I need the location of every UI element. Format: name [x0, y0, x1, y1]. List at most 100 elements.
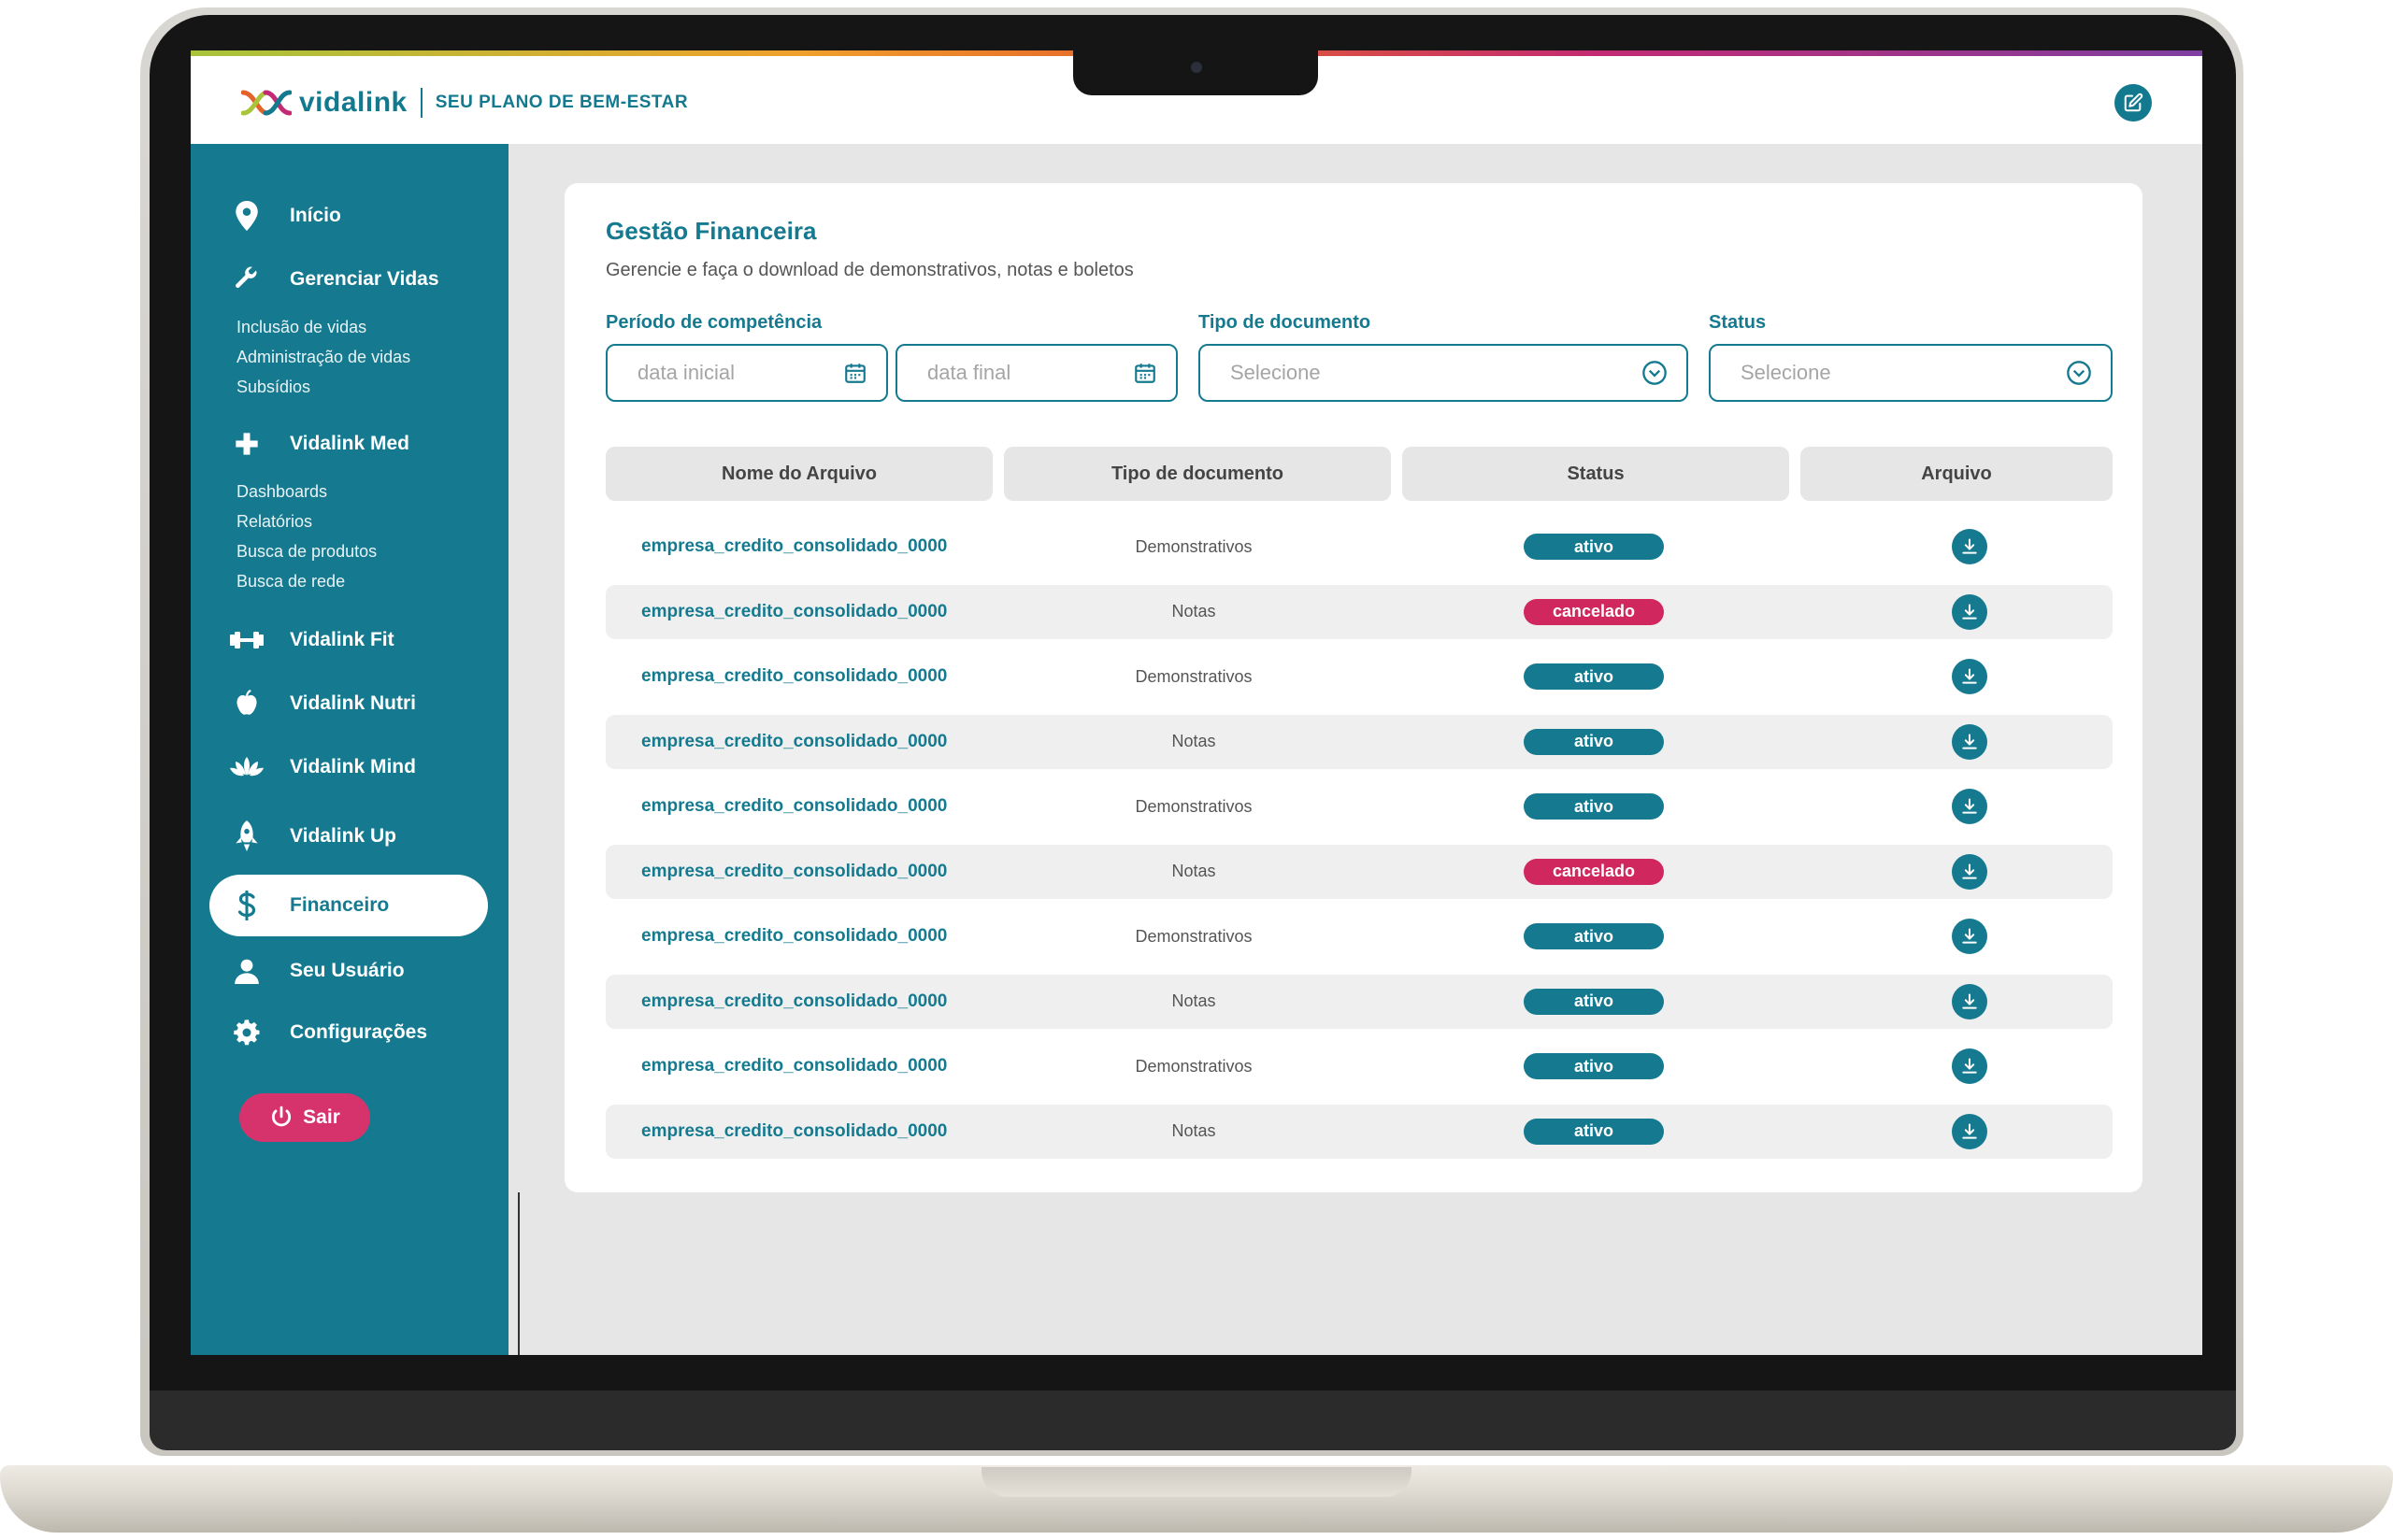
- table-row[interactable]: empresa_credito_consolidado_0000 Demonstr…: [606, 520, 2113, 574]
- status-select[interactable]: Selecione: [1709, 344, 2113, 402]
- apple-icon: [230, 687, 264, 720]
- sidebar-subitem-busca-de-produtos[interactable]: Busca de produtos: [236, 542, 377, 562]
- file-name-link[interactable]: empresa_credito_consolidado_0000: [641, 779, 947, 834]
- power-icon: [272, 1105, 292, 1127]
- download-button[interactable]: [1952, 789, 1987, 824]
- user-icon: [230, 954, 264, 988]
- download-button[interactable]: [1952, 919, 1987, 954]
- status-badge: ativo: [1524, 1053, 1664, 1079]
- doc-type-select[interactable]: Selecione: [1198, 344, 1688, 402]
- sidebar-item-label: Seu Usuário: [290, 960, 405, 981]
- sidebar-item-label: Vidalink Up: [290, 825, 396, 847]
- sidebar-subitem-inclusao-de-vidas[interactable]: Inclusão de vidas: [236, 318, 366, 337]
- download-button[interactable]: [1952, 593, 1987, 630]
- download-icon: [1962, 538, 1977, 554]
- sidebar-subitem-administracao-de-vidas[interactable]: Administração de vidas: [236, 348, 410, 367]
- download-icon: [1962, 928, 1977, 944]
- column-header-tipo-de-documento[interactable]: Tipo de documento: [1004, 447, 1391, 501]
- wrench-icon: [230, 263, 264, 296]
- download-button[interactable]: [1952, 983, 1987, 1020]
- sidebar-item-vidalink-mind[interactable]: Vidalink Mind: [209, 736, 488, 798]
- table-row[interactable]: empresa_credito_consolidado_0000 Demonstr…: [606, 779, 2113, 834]
- main-card: Gestão Financeira Gerencie e faça o down…: [565, 183, 2142, 1192]
- file-name-link[interactable]: empresa_credito_consolidado_0000: [641, 845, 947, 899]
- lotus-icon: [230, 750, 264, 784]
- status-badge: ativo: [1524, 534, 1664, 560]
- sidebar-subitem-dashboards[interactable]: Dashboards: [236, 482, 327, 502]
- column-header-nome-do-arquivo[interactable]: Nome do Arquivo: [606, 447, 993, 501]
- page-subtitle: Gerencie e faça o download de demonstrat…: [606, 260, 1134, 280]
- download-icon: [1962, 863, 1977, 879]
- table-row[interactable]: empresa_credito_consolidado_0000 Demonstr…: [606, 1039, 2113, 1093]
- sidebar-subitem-subsidios[interactable]: Subsídios: [236, 378, 310, 397]
- table-row[interactable]: empresa_credito_consolidado_0000 Notas can…: [606, 584, 2113, 639]
- download-button[interactable]: [1952, 1113, 1987, 1149]
- sidebar-item-label: Gerenciar Vidas: [290, 268, 439, 290]
- brand-logo[interactable]: vidalink SEU PLANO DE BEM-ESTAR: [241, 86, 688, 120]
- sidebar-item-label: Financeiro: [290, 894, 390, 916]
- table-row[interactable]: empresa_credito_consolidado_0000 Notas ati…: [606, 1104, 2113, 1159]
- sidebar-subitem-relatorios[interactable]: Relatórios: [236, 512, 312, 532]
- document-type: Demonstrativos: [1135, 666, 1253, 686]
- camera-icon: [1191, 62, 1202, 73]
- document-type: Notas: [1171, 991, 1216, 1010]
- divider-line: [518, 1192, 520, 1355]
- table-row[interactable]: empresa_credito_consolidado_0000 Notas ati…: [606, 714, 2113, 769]
- sidebar-subitem-busca-de-rede[interactable]: Busca de rede: [236, 572, 345, 592]
- sidebar-item-vidalink-up[interactable]: Vidalink Up: [209, 806, 488, 867]
- screen: vidalink SEU PLANO DE BEM-ESTAR Início G…: [191, 50, 2202, 1355]
- download-button[interactable]: [1952, 659, 1987, 694]
- map-pin-icon: [230, 199, 264, 233]
- sidebar-item-vidalink-nutri[interactable]: Vidalink Nutri: [209, 673, 488, 734]
- start-date-placeholder: data inicial: [638, 361, 735, 384]
- download-icon: [1962, 993, 1977, 1009]
- plus-icon: [230, 427, 264, 461]
- sidebar-item-inicio[interactable]: Início: [209, 185, 488, 247]
- sidebar: Início Gerenciar Vidas Inclusão de vidas…: [191, 144, 509, 1355]
- file-name-link[interactable]: empresa_credito_consolidado_0000: [641, 520, 947, 574]
- table-row[interactable]: empresa_credito_consolidado_0000 Demonstr…: [606, 909, 2113, 963]
- download-icon: [1962, 668, 1977, 684]
- logout-label: Sair: [303, 1106, 340, 1128]
- rocket-icon: [230, 820, 264, 853]
- sidebar-item-financeiro[interactable]: Financeiro: [209, 875, 488, 936]
- file-name-link[interactable]: empresa_credito_consolidado_0000: [641, 1105, 947, 1159]
- sidebar-item-label: Vidalink Nutri: [290, 692, 416, 714]
- status-selected: Selecione: [1741, 361, 1831, 384]
- download-button[interactable]: [1952, 529, 1987, 564]
- brand-tagline: SEU PLANO DE BEM-ESTAR: [435, 93, 689, 112]
- document-type: Demonstrativos: [1135, 796, 1253, 816]
- column-header-status[interactable]: Status: [1402, 447, 1789, 501]
- sidebar-item-label: Vidalink Mind: [290, 756, 416, 777]
- status-badge: ativo: [1524, 988, 1664, 1015]
- file-name-link[interactable]: empresa_credito_consolidado_0000: [641, 649, 947, 704]
- sidebar-item-vidalink-med[interactable]: Vidalink Med: [209, 413, 488, 475]
- download-button[interactable]: [1952, 853, 1987, 890]
- file-name-link[interactable]: empresa_credito_consolidado_0000: [641, 1039, 947, 1093]
- file-name-link[interactable]: empresa_credito_consolidado_0000: [641, 909, 947, 963]
- sidebar-item-configuracoes[interactable]: Configurações: [209, 1002, 488, 1063]
- table-row[interactable]: empresa_credito_consolidado_0000 Notas can…: [606, 844, 2113, 899]
- file-name-link[interactable]: empresa_credito_consolidado_0000: [641, 975, 947, 1029]
- calendar-icon: [845, 364, 866, 383]
- sidebar-item-gerenciar-vidas[interactable]: Gerenciar Vidas: [209, 249, 488, 310]
- download-button[interactable]: [1952, 723, 1987, 760]
- sidebar-item-seu-usuario[interactable]: Seu Usuário: [209, 940, 488, 1002]
- status-badge: cancelado: [1524, 858, 1664, 885]
- end-date-input[interactable]: data final: [896, 344, 1178, 402]
- table-row[interactable]: empresa_credito_consolidado_0000 Demonstr…: [606, 649, 2113, 704]
- edit-button[interactable]: [2114, 84, 2152, 121]
- column-header-arquivo[interactable]: Arquivo: [1800, 447, 2113, 501]
- period-label: Período de competência: [606, 312, 823, 333]
- start-date-input[interactable]: data inicial: [606, 344, 888, 402]
- status-badge: ativo: [1524, 793, 1664, 820]
- download-icon: [1962, 604, 1977, 620]
- file-name-link[interactable]: empresa_credito_consolidado_0000: [641, 585, 947, 639]
- download-button[interactable]: [1952, 1048, 1987, 1084]
- logout-button[interactable]: Sair: [239, 1093, 370, 1142]
- file-name-link[interactable]: empresa_credito_consolidado_0000: [641, 715, 947, 769]
- edit-icon: [2124, 93, 2143, 112]
- sidebar-item-vidalink-fit[interactable]: Vidalink Fit: [209, 609, 488, 671]
- status-badge: ativo: [1524, 923, 1664, 949]
- table-row[interactable]: empresa_credito_consolidado_0000 Notas ati…: [606, 974, 2113, 1029]
